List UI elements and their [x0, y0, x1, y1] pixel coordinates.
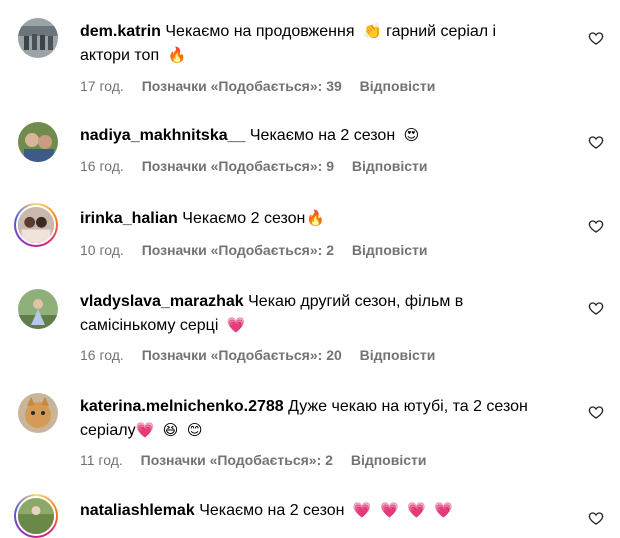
comment-body: Чекаємо на продовження	[165, 23, 355, 40]
comment-username[interactable]: vladyslava_marazhak	[80, 293, 244, 310]
pink-heart-emoji-icon: 💗	[434, 502, 454, 519]
comment-meta: 16 год. Позначки «Подобається»: 20 Відпо…	[80, 346, 449, 364]
comment-text: dem.katrin Чекаємо на продовження 👏 гарн…	[80, 20, 560, 68]
comment-body-line2: самісінькому серці	[80, 317, 219, 334]
comment-meta: 16 год. Позначки «Подобається»: 9 Відпов…	[80, 157, 442, 175]
likes-count[interactable]: Позначки «Подобається»: 9	[142, 158, 334, 174]
comment-time[interactable]: 10 год.	[80, 242, 124, 258]
grinning-face-emoji-icon: 😆	[162, 422, 179, 439]
comment-username[interactable]: nataliashlemak	[80, 502, 195, 519]
comment-meta: 10 год. Позначки «Подобається»: 2 Відпов…	[80, 241, 442, 259]
comment-time[interactable]: 11 год.	[80, 452, 123, 468]
avatar-story-ring[interactable]	[14, 203, 58, 247]
comment-body-line2: актори топ	[80, 47, 160, 64]
comment-text: nataliashlemak Чекаємо на 2 сезон 💗 💗 💗 …	[80, 499, 560, 523]
reply-button[interactable]: Відповісти	[360, 347, 436, 363]
like-heart-icon[interactable]	[588, 300, 604, 316]
comment-meta: 17 год. Позначки «Подобається»: 39 Відпо…	[80, 77, 449, 95]
avatar[interactable]	[18, 393, 58, 433]
likes-count[interactable]: Позначки «Подобається»: 2	[141, 452, 333, 468]
comment-body: Чекаємо 2 сезон	[182, 210, 306, 227]
comment-time[interactable]: 16 год.	[80, 158, 124, 174]
avatar[interactable]	[18, 18, 58, 58]
pink-heart-emoji-icon: 💗	[352, 502, 372, 519]
comment-text: nadiya_makhnitska__ Чекаємо на 2 сезон 😍	[80, 124, 560, 148]
comment-body-continued: гарний серіал і	[386, 23, 497, 40]
comment-body-line2: серіалу	[80, 422, 136, 439]
smiling-face-emoji-icon: 😊	[186, 422, 203, 439]
likes-count[interactable]: Позначки «Подобається»: 2	[142, 242, 334, 258]
like-heart-icon[interactable]	[588, 30, 604, 46]
avatar	[16, 496, 56, 536]
avatar[interactable]	[18, 122, 58, 162]
pink-heart-emoji-icon: 💗	[380, 502, 399, 519]
avatar	[16, 205, 56, 245]
heart-eyes-emoji-icon: 😍	[403, 127, 420, 144]
reply-button[interactable]: Відповісти	[351, 452, 427, 468]
comment-body: Дуже чекаю на ютубі, та 2 сезон	[288, 398, 528, 415]
like-heart-icon[interactable]	[588, 218, 604, 234]
comment-body: Чекаємо на 2 сезон	[199, 502, 345, 519]
comment-text: irinka_halian Чекаємо 2 сезон🔥	[80, 207, 560, 231]
comment-text: vladyslava_marazhak Чекаю другий сезон, …	[80, 290, 560, 338]
clapping-hands-emoji-icon: 👏	[362, 23, 382, 40]
reply-button[interactable]: Відповісти	[352, 158, 428, 174]
avatar-story-ring[interactable]	[14, 494, 58, 538]
avatar[interactable]	[18, 289, 58, 329]
pink-heart-emoji-icon: 💗	[226, 317, 246, 334]
comment-text: katerina.melnichenko.2788 Дуже чекаю на …	[80, 395, 560, 443]
pink-heart-emoji-icon: 💗	[407, 502, 426, 519]
fire-emoji-icon: 🔥	[167, 47, 187, 64]
comment-time[interactable]: 17 год.	[80, 78, 124, 94]
comment-body: Чекаю другий сезон, фільм в	[248, 293, 464, 310]
comment-username[interactable]: dem.katrin	[80, 23, 161, 40]
comment-meta: 11 год. Позначки «Подобається»: 2 Відпов…	[80, 451, 440, 469]
likes-count[interactable]: Позначки «Подобається»: 39	[142, 78, 342, 94]
comment-username[interactable]: katerina.melnichenko.2788	[80, 398, 284, 415]
like-heart-icon[interactable]	[588, 510, 604, 526]
comment-username[interactable]: irinka_halian	[80, 210, 178, 227]
fire-emoji-icon: 🔥	[306, 210, 326, 227]
comment-username[interactable]: nadiya_makhnitska__	[80, 127, 245, 144]
comment-body: Чекаємо на 2 сезон	[249, 127, 396, 144]
pink-heart-emoji-icon: 💗	[135, 422, 155, 439]
comment-time[interactable]: 16 год.	[80, 347, 124, 363]
likes-count[interactable]: Позначки «Подобається»: 20	[142, 347, 342, 363]
reply-button[interactable]: Відповісти	[360, 78, 436, 94]
reply-button[interactable]: Відповісти	[352, 242, 428, 258]
like-heart-icon[interactable]	[588, 404, 604, 420]
like-heart-icon[interactable]	[588, 134, 604, 150]
